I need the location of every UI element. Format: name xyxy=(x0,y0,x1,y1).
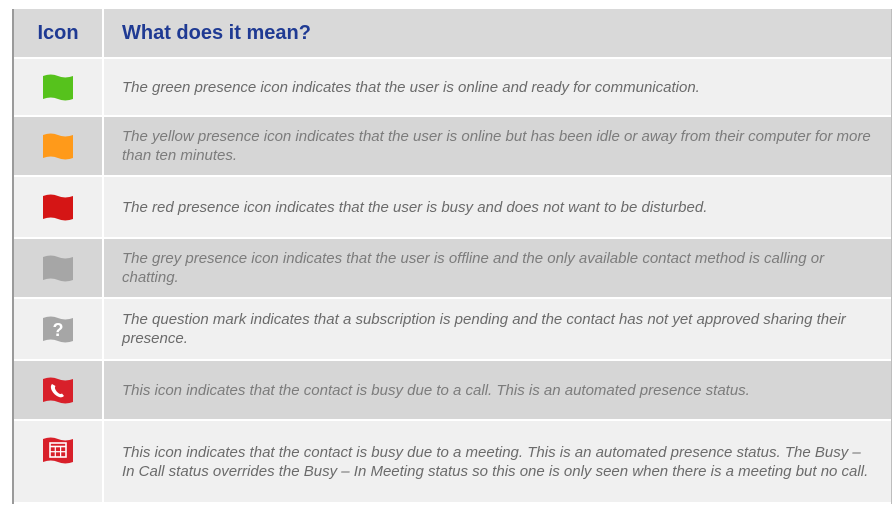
row-description: The yellow presence icon indicates that … xyxy=(104,117,891,175)
table-row: This icon indicates that the contact is … xyxy=(14,361,891,421)
icon-cell xyxy=(14,59,104,115)
icon-cell: ? xyxy=(14,299,104,359)
question-mark-glyph: ? xyxy=(53,320,64,340)
row-description: The red presence icon indicates that the… xyxy=(104,177,891,237)
icon-cell xyxy=(14,361,104,419)
yellow-flag-icon xyxy=(43,133,73,160)
row-description: The grey presence icon indicates that th… xyxy=(104,239,891,297)
grey-flag-icon xyxy=(43,255,73,282)
table-header-row: Icon What does it mean? xyxy=(14,9,891,59)
icon-cell xyxy=(14,239,104,297)
row-description: This icon indicates that the contact is … xyxy=(104,421,891,502)
icon-cell xyxy=(14,117,104,175)
table-row: The yellow presence icon indicates that … xyxy=(14,117,891,177)
presence-icon-legend-table: Icon What does it mean? The green presen… xyxy=(12,9,892,504)
row-description: The question mark indicates that a subsc… xyxy=(104,299,891,359)
green-flag-icon xyxy=(43,74,73,101)
icon-cell xyxy=(14,177,104,237)
table-row: The grey presence icon indicates that th… xyxy=(14,239,891,299)
red-flag-icon xyxy=(43,194,73,221)
meaning-column-header: What does it mean? xyxy=(104,9,891,57)
table-row: This icon indicates that the contact is … xyxy=(14,421,891,502)
phone-flag-icon xyxy=(43,377,73,404)
calendar-flag-icon xyxy=(43,437,73,464)
table-row: The red presence icon indicates that the… xyxy=(14,177,891,239)
icon-cell xyxy=(14,421,104,502)
row-description: The green presence icon indicates that t… xyxy=(104,59,891,115)
row-description: This icon indicates that the contact is … xyxy=(104,361,891,419)
table-row: ? The question mark indicates that a sub… xyxy=(14,299,891,361)
question-mark-flag-icon: ? xyxy=(43,316,73,343)
table-row: The green presence icon indicates that t… xyxy=(14,59,891,117)
icon-column-header: Icon xyxy=(14,9,104,57)
